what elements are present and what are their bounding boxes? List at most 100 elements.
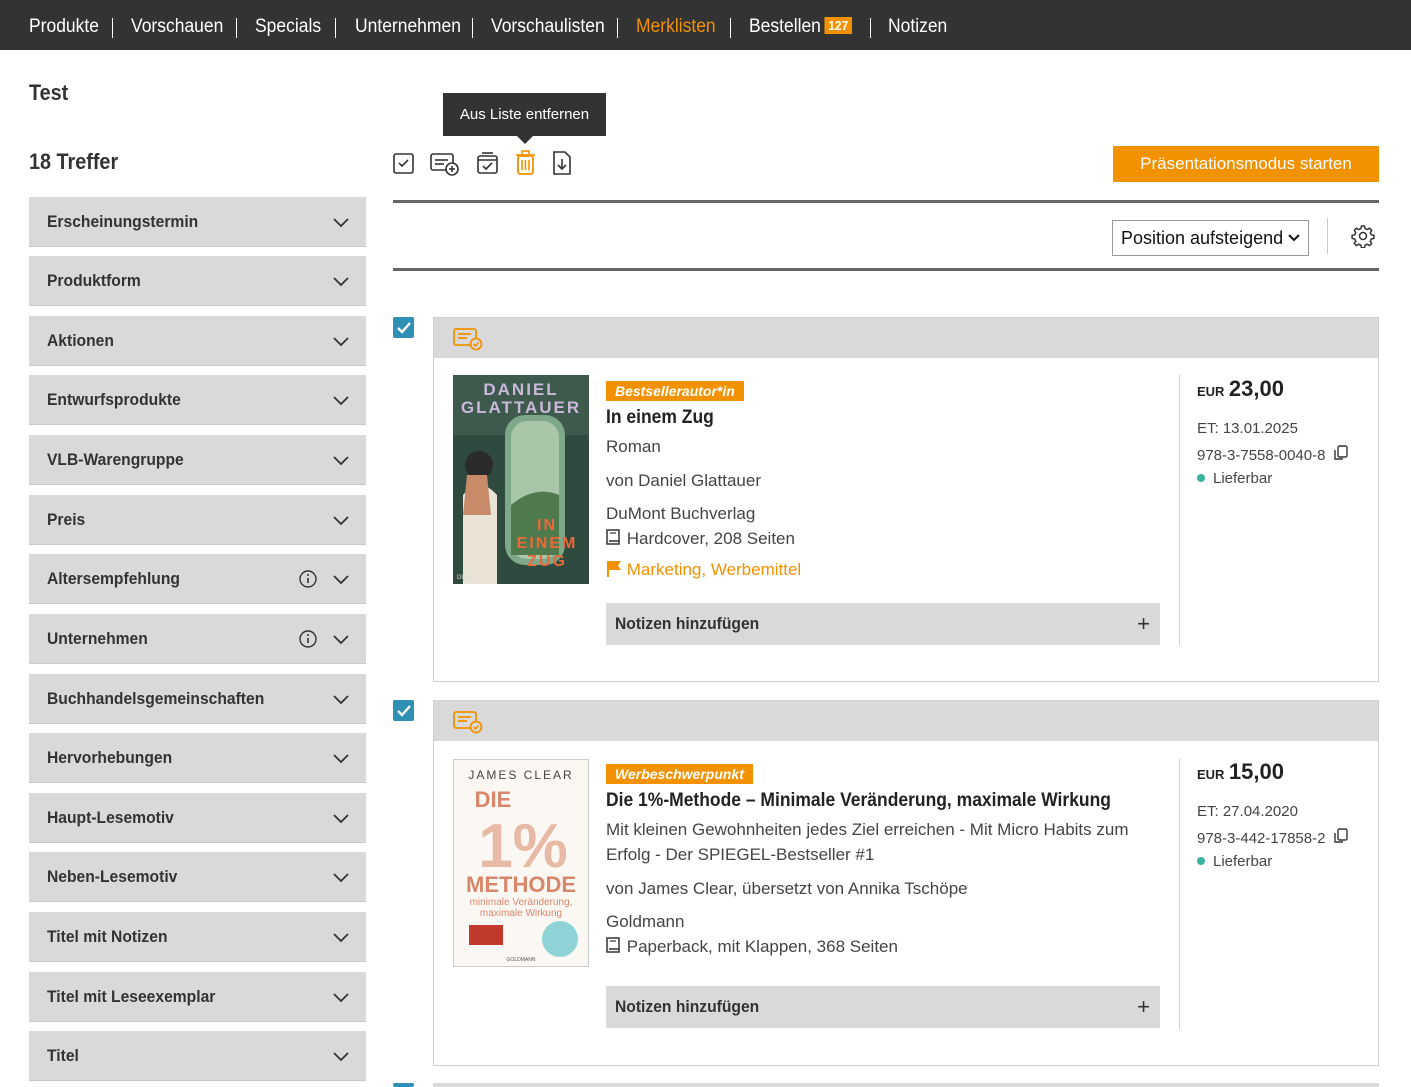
product-author: von Daniel Glattauer <box>606 471 761 490</box>
list-marked-icon[interactable] <box>453 710 483 734</box>
product-card-header <box>434 701 1378 741</box>
list-marked-icon[interactable] <box>453 327 483 351</box>
link-werbemittel[interactable]: Werbemittel <box>711 560 801 579</box>
product-format: Paperback, mit Klappen, 368 Seiten <box>606 934 1146 959</box>
isbn-value: 978-3-7558-0040-8 <box>1197 447 1326 464</box>
divider <box>393 268 1379 271</box>
facet-titel-mit-leseexemplar[interactable]: Titel mit Leseexemplar <box>29 972 366 1022</box>
product-publisher: DuMont Buchverlag <box>606 504 756 523</box>
nav-produkte[interactable]: Produkte <box>29 16 99 38</box>
product-tag: Werbeschwerpunkt <box>606 764 753 784</box>
facet-neben-lesemotiv[interactable]: Neben-Lesemotiv <box>29 852 366 902</box>
copy-icon[interactable] <box>1333 445 1348 461</box>
chevron-down-icon[interactable] <box>332 272 350 290</box>
chevron-down-icon[interactable] <box>332 690 350 708</box>
facet-vlb-warengruppe[interactable]: VLB-Warengruppe <box>29 435 366 485</box>
facet-label: Erscheinungstermin <box>47 211 199 231</box>
product-checkbox[interactable] <box>393 317 414 338</box>
product-tag: Bestsellerautor*in <box>606 381 744 401</box>
cover-title-2: EINEM <box>517 535 578 552</box>
price-amount: 15,00 <box>1228 759 1284 784</box>
trash-icon[interactable] <box>514 150 538 176</box>
sort-select[interactable]: Position aufsteigend <box>1112 220 1309 256</box>
chevron-down-icon[interactable] <box>332 570 350 588</box>
cover-title-1: IN <box>537 517 557 534</box>
info-icon[interactable] <box>298 629 318 649</box>
cover-title-2: 1% <box>478 812 568 881</box>
facet-altersempfehlung[interactable]: Altersempfehlung <box>29 554 366 604</box>
facet-label: Preis <box>47 509 86 529</box>
book-icon <box>606 529 620 545</box>
chevron-down-icon[interactable] <box>332 213 350 231</box>
facet-entwurfsprodukte[interactable]: Entwurfsprodukte <box>29 375 366 425</box>
nav-vorschaulisten[interactable]: Vorschaulisten <box>491 16 605 38</box>
product-checkbox[interactable] <box>393 700 414 721</box>
copy-icon[interactable] <box>1333 828 1348 844</box>
list-title: Test <box>29 80 69 105</box>
product-checkbox[interactable] <box>393 1083 414 1087</box>
facet-aktionen[interactable]: Aktionen <box>29 316 366 366</box>
book-cover-image[interactable]: JAMES CLEAR DIE 1% METHODE minimale Verä… <box>453 759 589 967</box>
availability-dot <box>1197 474 1205 482</box>
price-amount: 23,00 <box>1228 376 1284 401</box>
nav-unternehmen[interactable]: Unternehmen <box>355 16 461 38</box>
nav-vorschauen[interactable]: Vorschauen <box>131 16 223 38</box>
chevron-down-icon[interactable] <box>332 749 350 767</box>
add-notes-button[interactable]: Notizen hinzufügen + <box>606 603 1160 645</box>
chevron-down-icon[interactable] <box>332 868 350 886</box>
chevron-down-icon[interactable] <box>332 1047 350 1065</box>
product-price: EUR 15,00 <box>1197 759 1284 785</box>
nav-notizen[interactable]: Notizen <box>888 16 947 38</box>
availability: Lieferbar <box>1197 853 1272 870</box>
chevron-down-icon[interactable] <box>332 451 350 469</box>
select-all-icon[interactable] <box>392 150 416 176</box>
nav-bestellen[interactable]: Bestellen 127 <box>749 16 852 38</box>
facet-label: VLB-Warengruppe <box>47 449 184 469</box>
gear-icon[interactable] <box>1351 224 1375 248</box>
product-format-label: Paperback, mit Klappen, 368 Seiten <box>626 937 898 956</box>
chevron-down-icon[interactable] <box>332 928 350 946</box>
facet-preis[interactable]: Preis <box>29 495 366 545</box>
link-marketing[interactable]: Marketing <box>627 560 702 579</box>
chevron-down-icon[interactable] <box>332 809 350 827</box>
facet-produktform[interactable]: Produktform <box>29 256 366 306</box>
flag-icon <box>607 561 621 577</box>
book-cover-image[interactable]: DANIEL GLATTAUER IN EINEM ZUG DUMONT <box>453 375 589 584</box>
archive-check-icon[interactable] <box>476 150 500 176</box>
product-card-header <box>433 1083 1379 1087</box>
add-notes-button[interactable]: Notizen hinzufügen + <box>606 986 1160 1028</box>
chevron-down-icon[interactable] <box>332 332 350 350</box>
book-icon <box>606 937 620 953</box>
add-notes-label: Notizen hinzufügen <box>615 997 760 1016</box>
info-icon[interactable] <box>298 569 318 589</box>
availability-label: Lieferbar <box>1213 470 1273 487</box>
cover-author-2: GLATTAUER <box>461 398 581 417</box>
price-currency: EUR <box>1197 384 1225 399</box>
product-title[interactable]: In einem Zug <box>606 407 714 429</box>
facet-hervorhebungen[interactable]: Hervorhebungen <box>29 733 366 783</box>
add-notes-label: Notizen hinzufügen <box>615 614 760 633</box>
facet-haupt-lesemotiv[interactable]: Haupt-Lesemotiv <box>29 793 366 843</box>
chevron-down-icon[interactable] <box>332 630 350 648</box>
facet-erscheinungstermin[interactable]: Erscheinungstermin <box>29 197 366 247</box>
cover-title-1: DIE <box>475 787 512 812</box>
availability-label: Lieferbar <box>1213 853 1273 870</box>
chevron-down-icon[interactable] <box>332 511 350 529</box>
facet-unternehmen[interactable]: Unternehmen <box>29 614 366 664</box>
facet-label: Unternehmen <box>47 628 148 648</box>
checkmark-icon <box>397 705 411 717</box>
export-download-icon[interactable] <box>550 150 574 176</box>
facet-buchhandelsgemeinschaften[interactable]: Buchhandelsgemeinschaften <box>29 674 366 724</box>
start-presentation-button[interactable]: Präsentationsmodus starten <box>1113 146 1379 182</box>
chevron-down-icon[interactable] <box>332 391 350 409</box>
nav-specials[interactable]: Specials <box>255 16 321 38</box>
facet-label: Titel mit Leseexemplar <box>47 986 216 1006</box>
add-to-list-icon[interactable] <box>430 150 460 176</box>
product-title[interactable]: Die 1%-Methode – Minimale Veränderung, m… <box>606 790 1111 812</box>
product-publisher: Goldmann <box>606 912 685 931</box>
nav-merklisten[interactable]: Merklisten <box>636 16 716 38</box>
facet-titel[interactable]: Titel <box>29 1031 366 1081</box>
checkmark-icon <box>397 322 411 334</box>
facet-titel-mit-notizen[interactable]: Titel mit Notizen <box>29 912 366 962</box>
chevron-down-icon[interactable] <box>332 988 350 1006</box>
